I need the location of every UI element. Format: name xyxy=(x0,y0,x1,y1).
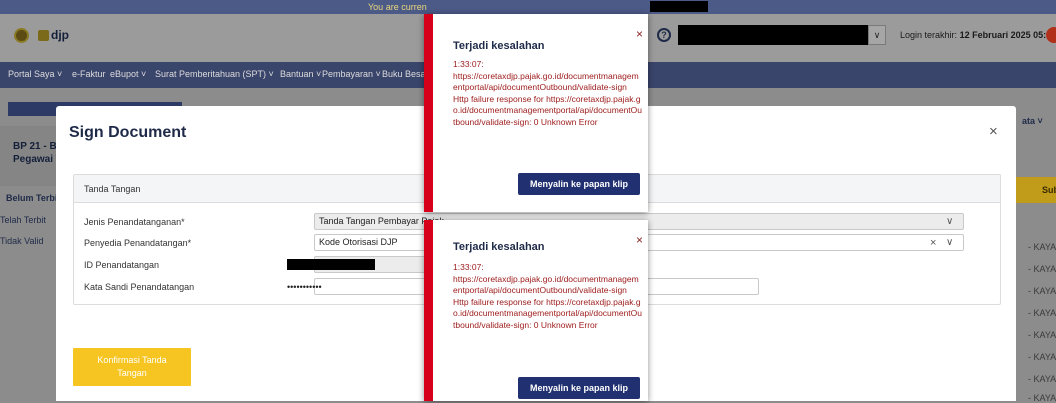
toast-message: 1:33:07: https://coretaxdjp.pajak.go.id/… xyxy=(453,262,643,330)
toast-title: Terjadi kesalahan xyxy=(453,241,545,253)
table-cell: - KAYAI xyxy=(1028,374,1056,384)
password-label: Kata Sandi Penandatangan xyxy=(84,282,195,292)
toast-message: 1:33:07: https://coretaxdjp.pajak.go.id/… xyxy=(453,59,643,127)
chevron-down-icon[interactable]: ∨ xyxy=(946,238,953,248)
signer-id-label: ID Penandatangan xyxy=(84,260,160,270)
copy-to-clipboard-button[interactable]: Menyalin ke papan klip xyxy=(518,173,640,195)
menu-item-e-faktur[interactable]: e-Faktur xyxy=(72,69,106,79)
redacted-block xyxy=(650,1,708,12)
help-icon[interactable]: ? xyxy=(657,28,671,42)
password-value: ••••••••••• xyxy=(287,282,322,292)
confirm-signature-button[interactable]: Konfirmasi Tanda Tangan xyxy=(73,348,191,386)
table-cell: - KAYAI xyxy=(1028,393,1056,403)
toast-title: Terjadi kesalahan xyxy=(453,40,545,52)
logo-text: djp xyxy=(51,28,69,42)
side-item-belum-terbit[interactable]: Belum Terbi xyxy=(6,193,57,203)
side-item-telah-terbit[interactable]: Telah Terbit xyxy=(0,215,46,225)
sub-unit-button[interactable]: Sub Uni xyxy=(1016,177,1056,203)
confirm-signature-label: Konfirmasi Tanda Tangan xyxy=(97,355,167,378)
table-cell: - KAYAI xyxy=(1028,242,1056,252)
last-login-label: Login terakhir: xyxy=(900,30,958,40)
redacted-user-selector xyxy=(678,25,868,45)
modal-title: Sign Document xyxy=(69,124,187,141)
left-panel-title: BP 21 - B Pegawai T xyxy=(13,141,62,165)
menu-item-spt[interactable]: Surat Pemberitahuan (SPT) ˅ xyxy=(155,69,274,79)
section-title: Tanda Tangan xyxy=(84,184,141,194)
close-icon[interactable]: × xyxy=(636,234,643,246)
table-cell: - KAYAI xyxy=(1028,286,1056,296)
error-toast: Terjadi kesalahan × 1:33:07: https://cor… xyxy=(424,220,648,401)
session-banner: You are curren xyxy=(0,0,1056,14)
table-cell: - KAYAI xyxy=(1028,330,1056,340)
copy-to-clipboard-button[interactable]: Menyalin ke papan klip xyxy=(518,377,640,399)
close-icon[interactable]: × xyxy=(989,124,998,139)
provider-label: Penyedia Penandatangan* xyxy=(84,238,192,248)
table-cell: - KAYAI xyxy=(1028,308,1056,318)
djp-emblem-icon xyxy=(14,28,29,43)
signature-type-label: Jenis Penandatanganan* xyxy=(84,217,185,227)
table-cell: - KAYAI xyxy=(1028,352,1056,362)
session-banner-text: You are curren xyxy=(368,2,427,12)
close-icon[interactable]: × xyxy=(636,28,643,40)
djp-logo-icon xyxy=(38,30,49,41)
menu-item-buku-besar[interactable]: Buku Besar xyxy=(382,69,429,79)
clear-icon[interactable]: × xyxy=(930,238,936,249)
error-toast: Terjadi kesalahan × 1:33:07: https://cor… xyxy=(424,14,648,212)
menu-item-pembayaran[interactable]: Pembayaran ˅ xyxy=(322,69,381,79)
right-column-header[interactable]: ata ˅ xyxy=(1022,116,1043,126)
menu-item-bantuan[interactable]: Bantuan ˅ xyxy=(280,69,321,79)
menu-item-portal-saya[interactable]: Portal Saya ˅ xyxy=(8,69,62,79)
menu-item-ebupot[interactable]: eBupot ˅ xyxy=(110,69,146,79)
chevron-down-icon[interactable]: ∨ xyxy=(868,25,886,45)
table-cell: - KAYAI xyxy=(1028,264,1056,274)
side-item-tidak-valid[interactable]: Tidak Valid xyxy=(0,236,44,246)
last-login-value: 12 Februari 2025 05:00:02 xyxy=(959,30,1056,40)
last-login-info: Login terakhir: 12 Februari 2025 05:00:0… xyxy=(900,30,1056,40)
redacted-signer-id xyxy=(287,259,375,270)
logout-icon[interactable] xyxy=(1046,27,1056,43)
chevron-down-icon[interactable]: ∨ xyxy=(946,217,953,227)
